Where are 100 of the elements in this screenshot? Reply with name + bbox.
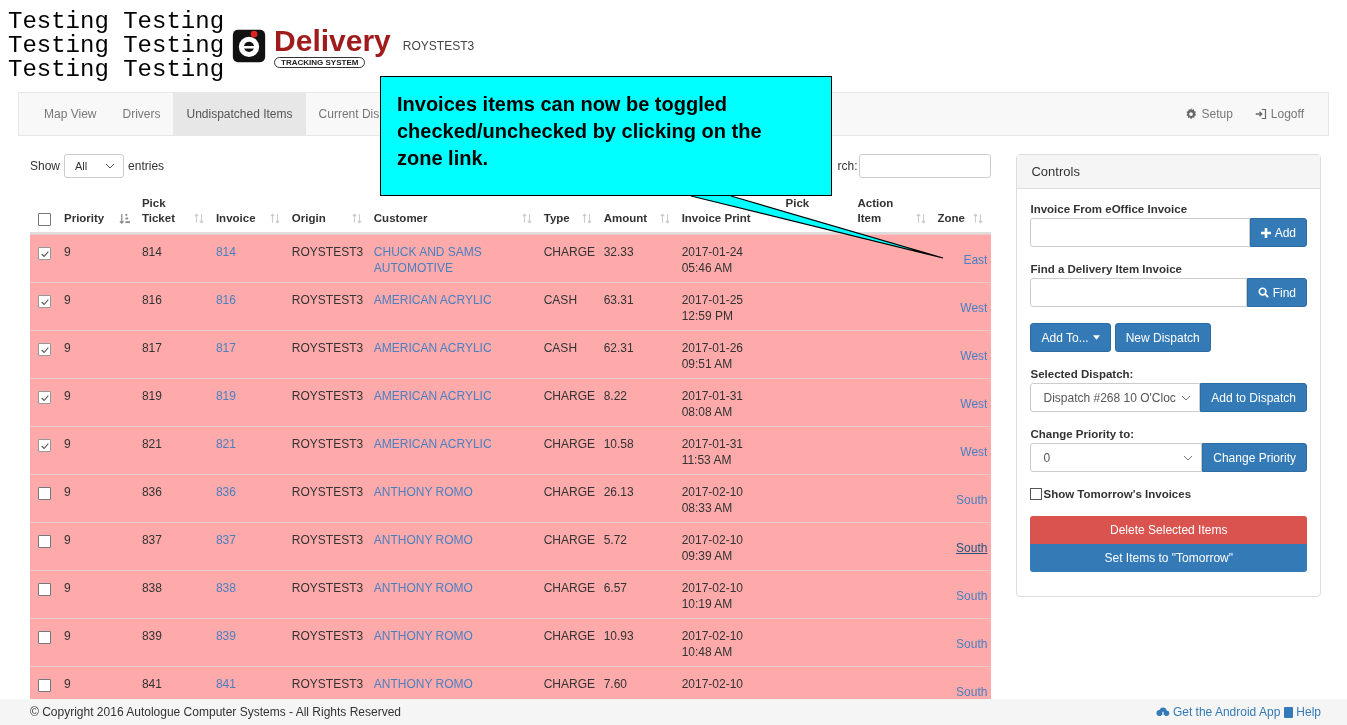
row-checkbox[interactable] <box>38 295 51 308</box>
customer-link[interactable]: ANTHONY ROMO <box>373 580 473 596</box>
customer-link[interactable]: CHUCK AND SAMS AUTOMOTIVE <box>373 244 514 276</box>
setup-link[interactable]: Setup <box>1185 107 1233 121</box>
table-cell: 9 <box>64 533 71 547</box>
android-app-link[interactable]: Get the Android App <box>1155 705 1281 719</box>
table-cell: 9 <box>64 293 71 307</box>
copyright-text: © Copyright 2016 Autologue Computer Systems - All Rights Reserved <box>30 705 402 719</box>
zone-link[interactable]: South <box>956 685 988 699</box>
row-checkbox[interactable] <box>38 535 51 548</box>
help-link[interactable]: Help <box>1284 705 1321 719</box>
zone-link[interactable]: West <box>960 349 988 363</box>
zone-link[interactable]: West <box>960 445 988 459</box>
invoice-input[interactable] <box>1030 218 1250 247</box>
row-checkbox[interactable] <box>38 391 51 404</box>
nav-tab[interactable]: Undispatched Items <box>173 93 306 135</box>
table-cell: 7.60 <box>603 677 628 691</box>
new-dispatch-button[interactable]: New Dispatch <box>1114 323 1211 352</box>
customer-link[interactable]: AMERICAN ACRYLIC <box>373 388 492 404</box>
table-cell: 12:59 PM <box>681 308 733 324</box>
invoice-link[interactable]: 836 <box>215 485 236 499</box>
customer-link[interactable]: ANTHONY ROMO <box>373 628 473 644</box>
nav-tab[interactable]: Drivers <box>109 93 174 135</box>
dispatch-select[interactable]: Dispatch #268 10 O'Cloc <box>1030 383 1201 412</box>
invoice-link[interactable]: 838 <box>215 581 236 595</box>
column-header[interactable]: Invoice <box>211 182 288 226</box>
nav-tab[interactable]: Map View <box>31 93 110 135</box>
column-header[interactable]: Pick Ticket <box>137 182 212 226</box>
column-header[interactable]: Zone <box>933 182 992 226</box>
table-cell: 9 <box>64 389 71 403</box>
set-tomorrow-button[interactable]: Set Items to "Tomorrow" <box>1030 544 1307 572</box>
priority-select[interactable]: 0 <box>1030 443 1203 472</box>
table-cell: CASH <box>543 341 578 355</box>
table-cell: 2017-02-10 <box>681 676 743 692</box>
caret-icon <box>1092 335 1100 340</box>
table-cell: 838 <box>141 581 162 595</box>
delete-selected-button[interactable]: Delete Selected Items <box>1030 516 1307 544</box>
change-priority-button[interactable]: Change Priority <box>1202 443 1307 472</box>
invoice-link[interactable]: 816 <box>215 293 236 307</box>
row-checkbox[interactable] <box>38 439 51 452</box>
table-cell: 9 <box>64 677 71 691</box>
invoice-link[interactable]: 814 <box>215 245 236 259</box>
page-size-select[interactable]: All <box>64 154 125 178</box>
invoice-link[interactable]: 819 <box>215 389 236 403</box>
column-header[interactable]: Origin <box>287 182 370 226</box>
invoice-link[interactable]: 837 <box>215 533 236 547</box>
table-cell: 841 <box>141 677 162 691</box>
table-cell: 2017-01-26 <box>681 340 743 356</box>
table-cell: CHARGE <box>543 485 596 499</box>
add-to-dropdown-button[interactable]: Add To... <box>1030 323 1111 352</box>
customer-link[interactable]: AMERICAN ACRYLIC <box>373 340 492 356</box>
table-cell: 11:53 AM <box>681 452 732 468</box>
zone-link[interactable]: South <box>956 637 988 651</box>
customer-link[interactable]: ANTHONY ROMO <box>373 484 473 500</box>
row-checkbox[interactable] <box>38 487 51 500</box>
column-header[interactable]: Action Item <box>853 182 934 226</box>
account-name: ROYSTEST3 <box>402 39 475 53</box>
find-invoice-input[interactable] <box>1030 278 1247 307</box>
customer-link[interactable]: AMERICAN ACRYLIC <box>373 292 492 308</box>
column-header[interactable]: Priority <box>60 182 138 226</box>
zone-link[interactable]: South <box>956 589 988 603</box>
customer-link[interactable]: ANTHONY ROMO <box>373 676 473 692</box>
add-button[interactable]: Add <box>1249 218 1307 247</box>
zone-link[interactable]: West <box>960 301 988 315</box>
zone-link[interactable]: South <box>956 493 988 507</box>
table-cell: 821 <box>141 437 162 451</box>
zone-link[interactable]: West <box>960 397 988 411</box>
table-cell: 814 <box>141 245 162 259</box>
customer-link[interactable]: ANTHONY ROMO <box>373 532 473 548</box>
table-cell: 08:33 AM <box>681 500 733 516</box>
field-label: Find a Delivery Item Invoice <box>1030 263 1183 275</box>
invoice-link[interactable]: 821 <box>215 437 236 451</box>
row-checkbox[interactable] <box>38 247 51 260</box>
invoice-link[interactable]: 839 <box>215 629 236 643</box>
zone-link[interactable]: South <box>956 541 988 555</box>
heading-text: Testing Testing <box>8 58 225 82</box>
row-checkbox[interactable] <box>38 631 51 644</box>
table-cell: 9 <box>64 437 71 451</box>
sort-ascending-icon[interactable] <box>118 213 130 224</box>
settings-icon <box>1185 108 1198 120</box>
invoice-link[interactable]: 841 <box>215 677 236 691</box>
table-cell: 09:39 AM <box>681 548 733 564</box>
table-cell: 08:08 AM <box>681 404 733 420</box>
table-cell: CHARGE <box>543 389 596 403</box>
row-checkbox[interactable] <box>38 583 51 596</box>
table-cell: 2017-02-10 <box>681 628 743 644</box>
search-field[interactable] <box>859 154 992 178</box>
add-to-dispatch-button[interactable]: Add to Dispatch <box>1200 383 1307 412</box>
chevron-down-icon <box>105 163 116 169</box>
row-checkbox[interactable] <box>38 679 51 692</box>
row-checkbox[interactable] <box>38 343 51 356</box>
customer-link[interactable]: AMERICAN ACRYLIC <box>373 436 492 452</box>
select-all-checkbox[interactable] <box>38 213 51 226</box>
zone-link[interactable]: East <box>963 253 988 267</box>
table-cell: 9 <box>64 341 71 355</box>
table-cell: 10.93 <box>603 629 634 643</box>
invoice-link[interactable]: 817 <box>215 341 236 355</box>
find-button[interactable]: Find <box>1246 278 1307 307</box>
checkbox[interactable] <box>1030 488 1043 500</box>
logoff-link[interactable]: Logoff <box>1254 107 1304 121</box>
